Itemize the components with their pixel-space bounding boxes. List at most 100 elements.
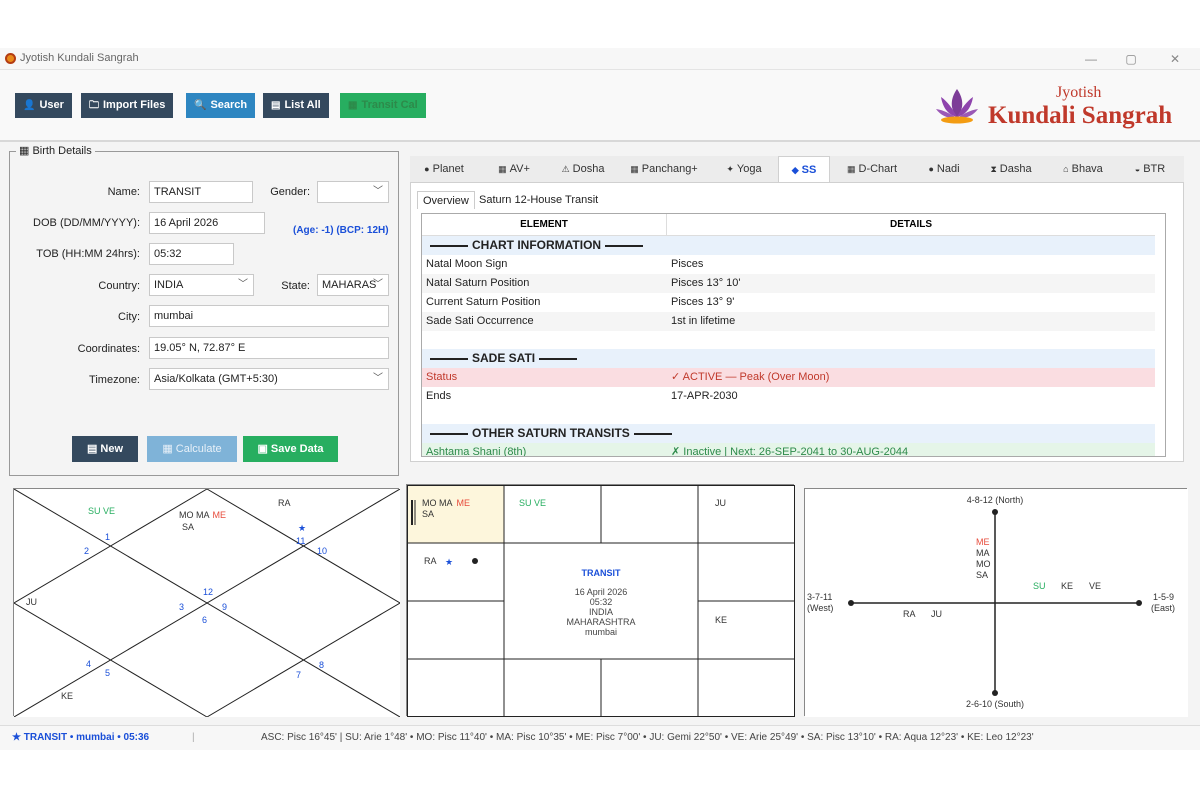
svg-text:7: 7 <box>296 670 301 680</box>
logo-kundali-sangrah: Kundali Sangrah <box>988 102 1173 129</box>
svg-text:9: 9 <box>222 602 227 612</box>
new-button[interactable]: ▤ New <box>72 436 138 462</box>
section-chart-info-label: CHART INFORMATION <box>472 238 602 252</box>
folder-icon: 🗀 <box>89 100 99 111</box>
calendar-icon: ▦ <box>348 100 358 111</box>
east-planet-sa: SA <box>976 570 988 580</box>
east-planet-ke: KE <box>1061 581 1073 591</box>
tab-ss-label: SS <box>801 164 817 176</box>
south-aries-planets: SU VE <box>519 498 546 508</box>
north-h1-planets: SU VE <box>88 506 115 516</box>
cell-element: Ashtama Shani (8th) <box>426 446 527 457</box>
chevron-down-icon: ﹀ <box>373 186 383 197</box>
coordinates-input[interactable]: 19.05° N, 72.87° E <box>149 337 389 359</box>
section-sade-sati: SADE SATI <box>422 349 1155 368</box>
tab-btr[interactable]: ◒ BTR <box>1120 156 1180 182</box>
east-planet-ve: VE <box>1089 581 1101 591</box>
list-all-label: List All <box>284 99 321 111</box>
east-west-label: 3-7-11 <box>807 592 832 602</box>
subtab-overview[interactable]: Overview <box>417 191 475 209</box>
birth-details-panel: ▦ Birth Details Name: TRANSIT Gender: ﹀ … <box>9 144 399 476</box>
gender-select[interactable]: ﹀ <box>317 181 389 203</box>
east-planet-su: SU <box>1033 581 1046 591</box>
east-planet-ju: JU <box>931 609 942 619</box>
sade-sati-table: ELEMENT DETAILS CHART INFORMATION Natal … <box>421 213 1166 457</box>
import-button-label: Import Files <box>103 99 166 111</box>
ss-tab-content: Overview Saturn 12-House Transit ELEMENT… <box>410 182 1184 462</box>
calendar-icon: ▦ <box>630 164 639 174</box>
search-button[interactable]: 🔍 Search <box>186 93 256 118</box>
calculate-button[interactable]: ▦ Calculate <box>147 436 237 462</box>
calendar-icon: ▦ <box>19 145 33 157</box>
south-pisces-sa: SA <box>422 509 434 519</box>
cell-element: Natal Moon Sign <box>426 258 508 270</box>
tab-d-chart[interactable]: ▦ D-Chart <box>832 156 912 182</box>
ss-icon: ◆ <box>791 165 799 175</box>
save-data-button[interactable]: ▣ Save Data <box>243 436 338 462</box>
north-h11-planet: RA <box>278 498 291 508</box>
tab-dasha-label: Dasha <box>999 163 1032 175</box>
north-h6-planet: KE <box>61 691 73 701</box>
list-all-button[interactable]: ▤ List All <box>263 93 329 118</box>
calculator-icon: ▦ <box>162 443 176 455</box>
table-row-status: Status ✓ ACTIVE — Peak (Over Moon) <box>422 368 1155 387</box>
section-chart-info: CHART INFORMATION <box>422 236 1155 255</box>
logo-jyotish: Jyotish <box>1056 84 1102 101</box>
north-h12-sa: SA <box>182 522 194 532</box>
country-select[interactable]: INDIA ﹀ <box>149 274 254 296</box>
gender-label: Gender: <box>270 186 310 198</box>
cell-element: Natal Saturn Position <box>426 277 530 289</box>
dob-input[interactable]: 16 April 2026 <box>149 212 265 234</box>
tab-dasha[interactable]: ⧗ Dasha <box>976 156 1046 182</box>
south-center-title: TRANSIT <box>582 568 621 578</box>
status-transit-info: ★ TRANSIT • mumbai • 05:36 <box>12 732 150 743</box>
minimize-button[interactable]: — <box>1076 50 1106 68</box>
east-planet-ra: RA <box>903 609 916 619</box>
chevron-down-icon: ﹀ <box>238 279 248 290</box>
tab-dosha[interactable]: ⚠ Dosha <box>550 156 616 182</box>
user-icon: 👤 <box>23 100 36 111</box>
toolbar: 👤 User 🗀 Import Files 🔍 Search ▤ List All ▦ T… <box>0 70 1200 142</box>
tab-av[interactable]: ▦ AV+ <box>480 156 548 182</box>
save-icon: ▣ <box>257 443 271 455</box>
tab-yoga[interactable]: ✦ Yoga <box>712 156 776 182</box>
analysis-tabs: ● Planet ▦ AV+ ⚠ Dosha ▦ Panchang+ ✦ Yoga ◆ SS… <box>410 156 1184 182</box>
cell-details: Pisces <box>671 258 704 270</box>
tob-input[interactable]: 05:32 <box>149 243 234 265</box>
age-text: (Age: -1) (BCP: 12H) <box>293 225 389 236</box>
tab-panchang[interactable]: ▦ Panchang+ <box>618 156 710 182</box>
star-icon: ★ <box>298 523 306 533</box>
tab-btr-label: BTR <box>1143 163 1166 175</box>
tab-ss[interactable]: ◆ SS <box>778 156 830 182</box>
state-select[interactable]: MAHARAS ﹀ <box>317 274 389 296</box>
title-bar: Jyotish Kundali Sangrah — ▢ ✕ <box>0 48 1200 70</box>
user-button[interactable]: 👤 User <box>15 93 72 118</box>
transit-cal-button[interactable]: ▦ Transit Cal <box>340 93 426 118</box>
tab-bhava[interactable]: ⌂ Bhava <box>1048 156 1118 182</box>
city-input[interactable]: mumbai <box>149 305 389 327</box>
tab-nadi[interactable]: ● Nadi <box>914 156 974 182</box>
tab-nadi-label: Nadi <box>936 163 960 175</box>
chevron-down-icon: ﹀ <box>373 373 383 384</box>
close-button[interactable]: ✕ <box>1160 50 1190 68</box>
east-east-label: 1-5-9 <box>1153 592 1174 602</box>
south-center-state: MAHARASHTRA <box>566 617 635 627</box>
save-button-label: Save Data <box>270 443 324 455</box>
table-row: Ends 17-APR-2030 <box>422 387 1155 406</box>
subtab-saturn-transit[interactable]: Saturn 12-House Transit <box>474 191 603 209</box>
calculate-button-label: Calculate <box>175 443 222 455</box>
import-files-button[interactable]: 🗀 Import Files <box>81 93 174 118</box>
lotus-logo-icon <box>936 89 978 124</box>
tab-planet[interactable]: ● Planet <box>410 156 478 182</box>
south-center-time: 05:32 <box>590 597 613 607</box>
south-leo-planet: KE <box>715 615 727 625</box>
chevron-down-icon: ﹀ <box>373 279 383 290</box>
svg-text:1: 1 <box>105 532 110 542</box>
maximize-button[interactable]: ▢ <box>1116 50 1146 68</box>
south-center-city: mumbai <box>585 627 617 637</box>
svg-text:2: 2 <box>84 546 89 556</box>
table-row: Sade Sati Occurrence 1st in lifetime <box>422 312 1155 331</box>
timezone-select[interactable]: Asia/Kolkata (GMT+5:30) ﹀ <box>149 368 389 390</box>
name-input[interactable]: TRANSIT <box>149 181 253 203</box>
cell-details: Pisces 13° 10' <box>671 277 741 289</box>
